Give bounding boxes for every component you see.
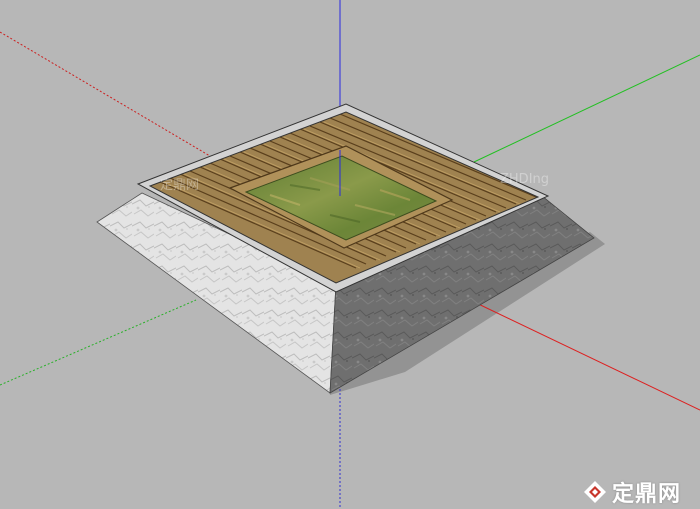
red-axis-dotted (0, 31, 211, 157)
brand-logo-icon (584, 480, 606, 503)
sketchup-viewport[interactable]: 定鼎网 ZHDIng 定鼎网 (0, 0, 700, 509)
red-axis (469, 299, 700, 411)
brand-watermark: 定鼎网 (582, 474, 700, 509)
faint-watermark-left: 定鼎网 (160, 178, 200, 193)
green-axis (473, 54, 700, 163)
faint-watermark-right: ZHDIng (500, 172, 550, 187)
3d-scene[interactable] (0, 0, 700, 509)
green-axis-dotted (0, 299, 197, 386)
brand-text: 定鼎网 (612, 481, 682, 507)
